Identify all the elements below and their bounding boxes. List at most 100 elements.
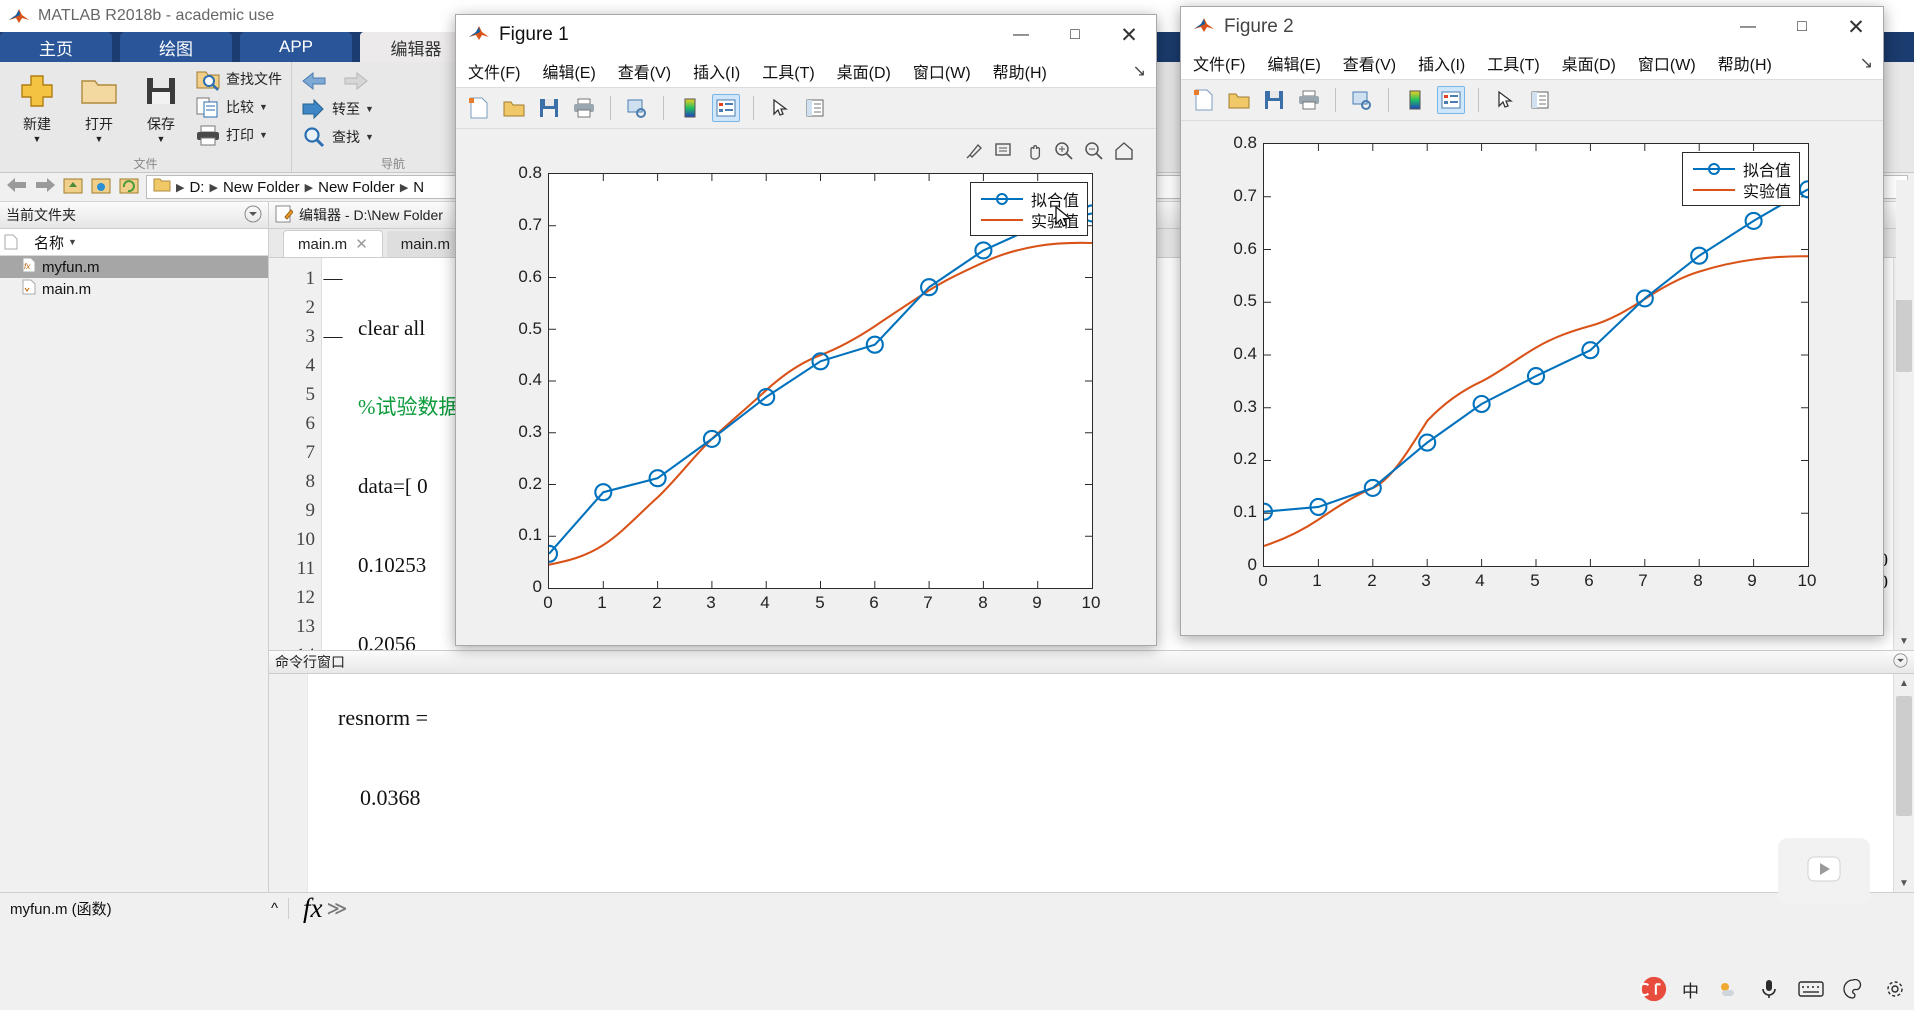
file-item-myfun[interactable]: fx myfun.m — [0, 256, 268, 278]
chevron-down-icon[interactable]: ▼ — [157, 135, 166, 144]
datatip-icon[interactable] — [994, 141, 1014, 166]
main-window-right-scrollbar[interactable] — [1896, 180, 1914, 300]
chevron-down-icon[interactable]: ▼ — [259, 130, 268, 140]
scroll-up-arrow[interactable]: ▲ — [1894, 674, 1914, 692]
tab-home[interactable]: 主页 — [0, 32, 112, 62]
zoom-out-icon[interactable] — [1084, 141, 1104, 166]
breadcrumb-item-3[interactable]: N — [413, 179, 424, 196]
back-arrow-icon[interactable] — [301, 69, 327, 93]
save-figure-icon[interactable] — [536, 95, 562, 121]
figure1-window[interactable]: Figure 1 — □ ✕ 文件(F) 编辑(E) 查看(V) 插入(I) 工… — [455, 14, 1157, 646]
maximize-button[interactable]: □ — [1048, 15, 1102, 55]
breadcrumb-item-1[interactable]: New Folder — [223, 179, 300, 196]
pointer-icon[interactable] — [1492, 87, 1518, 113]
command-scrollbar[interactable]: ▲ ▼ — [1893, 674, 1914, 892]
menu-help[interactable]: 帮助(H) — [1718, 51, 1772, 75]
keyboard-icon[interactable] — [1797, 975, 1825, 1003]
figure1-title-bar[interactable]: Figure 1 — □ ✕ — [456, 15, 1156, 55]
palette-icon[interactable] — [1839, 975, 1867, 1003]
menu-tools[interactable]: 工具(T) — [762, 59, 814, 83]
find-files-button[interactable]: 查找文件 — [192, 65, 285, 93]
open-file-icon[interactable] — [1226, 87, 1252, 113]
save-button[interactable]: 保存 ▼ — [130, 65, 192, 144]
zoom-in-icon[interactable] — [1054, 141, 1074, 166]
fx-icon[interactable]: fx — [303, 893, 323, 924]
file-item-main[interactable]: main.m — [0, 278, 268, 300]
chevron-circle-icon[interactable] — [244, 205, 262, 226]
link-plot-icon[interactable] — [1349, 87, 1375, 113]
back-arrow-icon[interactable] — [6, 176, 28, 199]
minimize-button[interactable]: — — [1721, 7, 1775, 47]
figure2-title-bar[interactable]: Figure 2 — □ ✕ — [1181, 7, 1883, 47]
link-plot-icon[interactable] — [624, 95, 650, 121]
column-header-name[interactable]: 名称 — [34, 232, 64, 253]
menu-insert[interactable]: 插入(I) — [1418, 51, 1465, 75]
editor-tab-main-2[interactable]: main.m — [386, 231, 464, 257]
menu-view[interactable]: 查看(V) — [618, 59, 671, 83]
menu-desktop[interactable]: 桌面(D) — [1562, 51, 1616, 75]
print-icon[interactable] — [571, 95, 597, 121]
figure2-legend[interactable]: 拟合值 实验值 — [1681, 152, 1800, 206]
pan-icon[interactable] — [1024, 141, 1044, 166]
tab-apps[interactable]: APP — [240, 32, 352, 62]
new-button[interactable]: 新建 ▼ — [6, 65, 68, 144]
menu-tools[interactable]: 工具(T) — [1487, 51, 1539, 75]
figure1-canvas[interactable]: 拟合值 实验值 0 0.1 0.2 0.3 0.4 0.5 0.6 0.7 0.… — [456, 129, 1154, 645]
plot-browser-icon[interactable] — [1527, 87, 1553, 113]
breakpoint-column[interactable]: — — — — [322, 258, 344, 650]
figure2-window[interactable]: Figure 2 — □ ✕ 文件(F) 编辑(E) 查看(V) 插入(I) 工… — [1180, 6, 1884, 636]
menu-window[interactable]: 窗口(W) — [1638, 51, 1696, 75]
minimize-button[interactable]: — — [994, 15, 1048, 55]
video-play-icon[interactable] — [1807, 856, 1841, 887]
colorbar-icon[interactable] — [677, 95, 703, 121]
breadcrumb-item-0[interactable]: D: — [189, 179, 204, 196]
up-folder-icon[interactable] — [62, 175, 84, 200]
browse-folder-icon[interactable] — [90, 175, 112, 200]
new-figure-icon[interactable] — [466, 95, 492, 121]
colorbar-icon[interactable] — [1402, 87, 1428, 113]
goto-button[interactable]: 转至 ▼ — [298, 95, 377, 123]
menu-file[interactable]: 文件(F) — [468, 59, 520, 83]
expand-arrow-icon[interactable]: ↘ — [1860, 53, 1873, 73]
sogou-icon[interactable] — [1640, 975, 1668, 1003]
chevron-down-icon[interactable]: ▼ — [259, 102, 268, 112]
caret-up-icon[interactable]: ^ — [271, 900, 278, 917]
chevron-circle-icon[interactable] — [1893, 653, 1908, 671]
menu-help[interactable]: 帮助(H) — [993, 59, 1047, 83]
menu-file[interactable]: 文件(F) — [1193, 51, 1245, 75]
figure1-axes-toolbar[interactable] — [964, 141, 1134, 166]
figure1-axes[interactable]: 拟合值 实验值 — [539, 173, 1102, 589]
expand-arrow-icon[interactable]: ↘ — [1133, 61, 1146, 81]
print-button[interactable]: 打印 ▼ — [192, 121, 285, 149]
pointer-icon[interactable] — [767, 95, 793, 121]
editor-scrollbar[interactable]: ▲ ▼ — [1893, 258, 1914, 650]
command-window[interactable]: resnorm = 0.0368 ▲ ▼ — [269, 674, 1914, 892]
forward-arrow-icon[interactable] — [34, 176, 56, 199]
settings-icon[interactable] — [1881, 975, 1909, 1003]
open-file-icon[interactable] — [501, 95, 527, 121]
legend-icon[interactable] — [712, 94, 740, 122]
menu-view[interactable]: 查看(V) — [1343, 51, 1396, 75]
weather-icon[interactable] — [1713, 975, 1741, 1003]
compare-button[interactable]: 比较 ▼ — [192, 93, 285, 121]
breadcrumb-item-2[interactable]: New Folder — [318, 179, 395, 196]
menu-insert[interactable]: 插入(I) — [693, 59, 740, 83]
close-button[interactable]: ✕ — [1102, 15, 1156, 55]
close-button[interactable]: ✕ — [1829, 7, 1883, 47]
figure2-axes[interactable]: 拟合值 实验值 — [1254, 143, 1818, 567]
save-figure-icon[interactable] — [1261, 87, 1287, 113]
maximize-button[interactable]: □ — [1775, 7, 1829, 47]
scroll-down-arrow[interactable]: ▼ — [1894, 874, 1914, 892]
new-figure-icon[interactable] — [1191, 87, 1217, 113]
home-icon[interactable] — [1114, 141, 1134, 166]
chevron-down-icon[interactable]: ▼ — [365, 132, 374, 142]
scroll-down-arrow[interactable]: ▼ — [1894, 632, 1914, 650]
find-button[interactable]: 查找 ▼ — [298, 123, 377, 151]
menu-window[interactable]: 窗口(W) — [913, 59, 971, 83]
brush-icon[interactable] — [964, 141, 984, 166]
chevron-down-icon[interactable]: ▼ — [95, 135, 104, 144]
microphone-icon[interactable] — [1755, 975, 1783, 1003]
close-icon[interactable]: ✕ — [355, 235, 368, 253]
command-prompt[interactable]: fx ≫ — [289, 893, 347, 924]
open-button[interactable]: 打开 ▼ — [68, 65, 130, 144]
